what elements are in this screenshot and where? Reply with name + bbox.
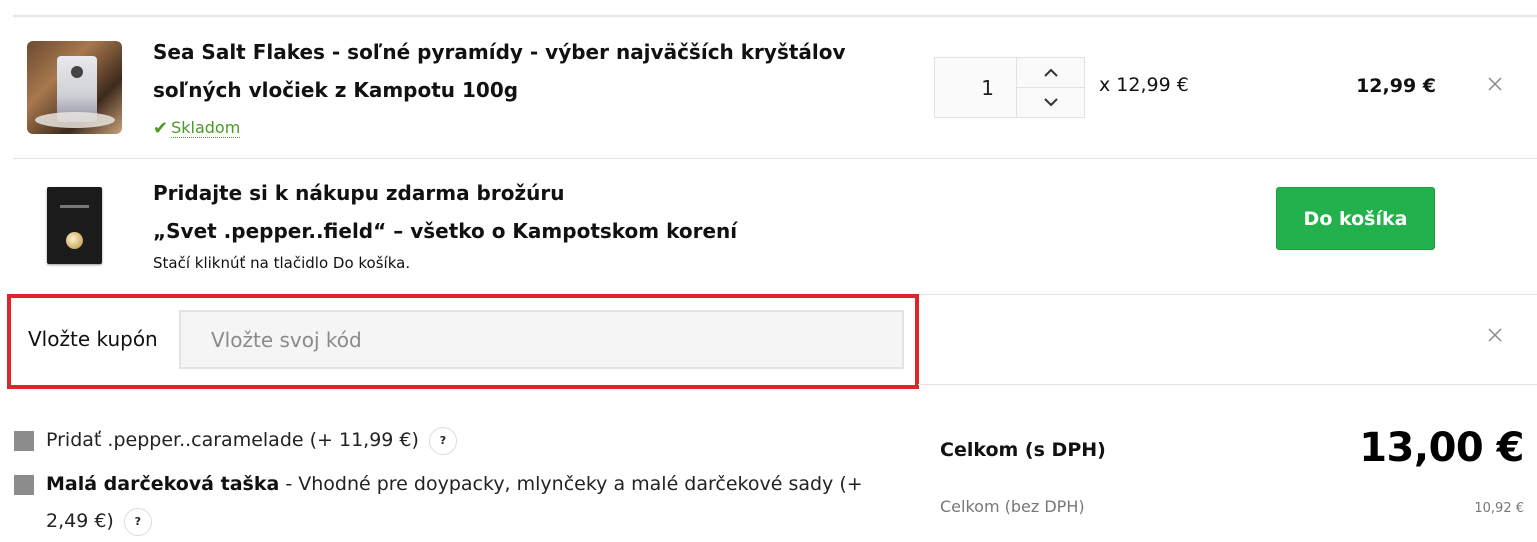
close-icon	[1488, 77, 1502, 91]
quantity-stepper[interactable]: 1	[934, 57, 1085, 118]
totals-divider	[918, 384, 1537, 385]
brochure-title-line1: Pridajte si k nákupu zdarma brožúru	[153, 181, 565, 205]
line-total: 12,99 €	[1356, 75, 1436, 97]
add-to-cart-button[interactable]: Do košíka	[1276, 187, 1435, 250]
coupon-input[interactable]	[179, 310, 904, 369]
brochure-image	[47, 187, 102, 264]
net-total-value: 10,92 €	[1474, 501, 1524, 516]
net-total-label: Celkom (bez DPH)	[940, 497, 1085, 516]
quantity-arrows	[1017, 58, 1084, 117]
remove-item-button[interactable]	[1484, 73, 1506, 95]
check-icon: ✔	[153, 117, 169, 139]
addon-caramelade: Pridať .pepper..caramelade (+ 11,99 €)?	[46, 422, 457, 459]
coupon-label: Vložte kupón	[28, 327, 158, 351]
addon-gift-bag-name: Malá darčeková taška	[46, 473, 280, 495]
unit-price: x 12,99 €	[1099, 74, 1189, 96]
total-value: 13,00 €	[1359, 425, 1524, 471]
addon-gift-bag: Malá darčeková taška - Vhodné pre doypac…	[46, 466, 866, 540]
quantity-decrease-button[interactable]	[1017, 87, 1084, 117]
quantity-increase-button[interactable]	[1017, 58, 1084, 87]
brochure-note: Stačí kliknúť na tlačidlo Do košíka.	[153, 254, 411, 272]
quantity-value[interactable]: 1	[935, 58, 1017, 117]
chevron-up-icon	[1043, 68, 1058, 77]
stock-status-label: Skladom	[171, 118, 241, 138]
row-divider	[13, 158, 1537, 159]
close-coupon-button[interactable]	[1484, 324, 1506, 346]
close-icon	[1488, 328, 1502, 342]
addon-checkbox-caramelade[interactable]	[14, 431, 34, 451]
product-title[interactable]: Sea Salt Flakes - soľné pyramídy - výber…	[153, 33, 893, 109]
total-label: Celkom (s DPH)	[940, 439, 1106, 461]
brochure-title-line2: „Svet .pepper..field“ – všetko o Kampots…	[153, 219, 738, 243]
addon-caramelade-label: Pridať .pepper..caramelade (+ 11,99 €)	[46, 429, 419, 451]
addon-checkbox-gift-bag[interactable]	[14, 475, 34, 495]
stock-status: ✔ Skladom	[153, 117, 241, 139]
chevron-down-icon	[1043, 98, 1058, 107]
salt-graphic	[35, 112, 115, 128]
product-image[interactable]	[27, 41, 122, 134]
top-divider	[13, 15, 1537, 17]
help-icon[interactable]: ?	[428, 426, 457, 455]
brochure-title: Pridajte si k nákupu zdarma brožúru „Sve…	[153, 174, 853, 250]
help-icon[interactable]: ?	[123, 507, 152, 536]
